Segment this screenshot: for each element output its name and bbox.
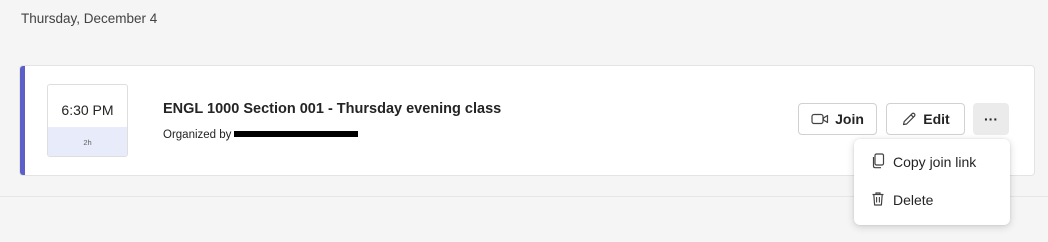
calendar-agenda-view: Thursday, December 4 6:30 PM 2h ENGL 100… bbox=[0, 0, 1048, 242]
meeting-start-time: 6:30 PM bbox=[61, 102, 114, 118]
edit-button-label: Edit bbox=[923, 111, 950, 127]
pencil-icon bbox=[901, 111, 917, 127]
menu-item-label: Copy join link bbox=[893, 154, 977, 170]
edit-button[interactable]: Edit bbox=[886, 103, 965, 135]
date-heading: Thursday, December 4 bbox=[21, 11, 158, 26]
meeting-accent-bar bbox=[20, 66, 25, 175]
more-options-button[interactable]: ··· bbox=[973, 103, 1009, 135]
meeting-title[interactable]: ENGL 1000 Section 001 - Thursday evening… bbox=[163, 101, 501, 117]
menu-item-delete[interactable]: Delete bbox=[854, 183, 1010, 217]
redacted-organizer-name bbox=[234, 130, 359, 137]
video-camera-icon bbox=[811, 112, 829, 126]
join-button[interactable]: Join bbox=[798, 103, 877, 135]
menu-item-label: Delete bbox=[893, 192, 934, 208]
meeting-duration: 2h bbox=[83, 138, 92, 147]
more-options-menu: Copy join link Delete bbox=[854, 139, 1010, 225]
organizer-label: Organized by bbox=[163, 129, 232, 141]
menu-item-copy-join-link[interactable]: Copy join link bbox=[854, 145, 1010, 179]
join-button-label: Join bbox=[835, 111, 864, 127]
meeting-time-box: 6:30 PM 2h bbox=[47, 84, 128, 157]
trash-icon bbox=[871, 191, 885, 210]
copy-icon bbox=[871, 152, 885, 172]
meeting-duration-strip: 2h bbox=[48, 127, 127, 156]
meeting-organizer: Organized by bbox=[163, 129, 359, 141]
